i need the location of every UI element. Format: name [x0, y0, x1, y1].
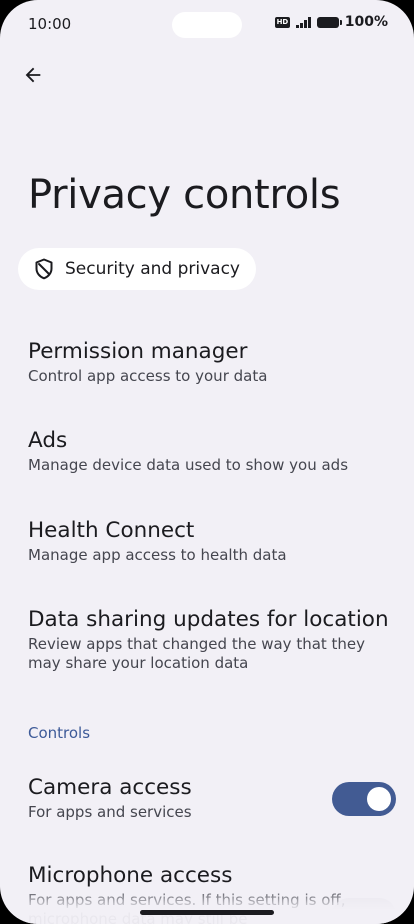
- arrow-left-icon: [25, 67, 41, 83]
- page-title: Privacy controls: [28, 172, 341, 218]
- breadcrumb-label: Security and privacy: [65, 259, 240, 279]
- item-subtitle: Control app access to your data: [28, 367, 268, 385]
- privacy-controls-screen: 10:00 HD 100% Privacy controls Security …: [0, 0, 414, 924]
- list-item-data-sharing-updates[interactable]: Data sharing updates for location Review…: [28, 606, 394, 673]
- camera-cutout: [172, 12, 242, 38]
- status-time: 10:00: [28, 15, 72, 33]
- home-indicator[interactable]: [140, 910, 274, 915]
- toggle-knob: [367, 787, 391, 811]
- section-header-controls: Controls: [28, 724, 91, 742]
- item-subtitle: Review apps that changed the way that th…: [28, 635, 366, 672]
- list-item-permission-manager[interactable]: Permission manager Control app access to…: [28, 338, 394, 386]
- battery-percent: 100%: [344, 14, 388, 30]
- breadcrumb-chip-security-and-privacy[interactable]: Security and privacy: [18, 248, 256, 290]
- item-title: Health Connect: [28, 518, 195, 543]
- item-title: Data sharing updates for location: [28, 607, 389, 632]
- status-bar: 10:00 HD 100%: [0, 0, 414, 50]
- list-item-health-connect[interactable]: Health Connect Manage app access to heal…: [28, 517, 394, 565]
- back-button[interactable]: [18, 60, 48, 90]
- item-title: Permission manager: [28, 339, 248, 364]
- item-subtitle: Manage app access to health data: [28, 546, 287, 564]
- hd-icon: HD: [274, 16, 291, 28]
- item-subtitle: Manage device data used to show you ads: [28, 456, 349, 474]
- microphone-access-toggle[interactable]: [332, 898, 396, 924]
- camera-access-toggle[interactable]: [332, 782, 396, 816]
- shield-icon: [35, 258, 53, 280]
- microphone-access-title: Microphone access: [28, 863, 233, 888]
- item-title: Ads: [28, 428, 68, 453]
- battery-icon: [316, 16, 342, 28]
- camera-access-row[interactable]: Camera access For apps and services: [28, 774, 396, 826]
- signal-icon: [296, 16, 311, 28]
- list-item-ads[interactable]: Ads Manage device data used to show you …: [28, 427, 394, 475]
- status-icons: HD 100%: [274, 14, 388, 30]
